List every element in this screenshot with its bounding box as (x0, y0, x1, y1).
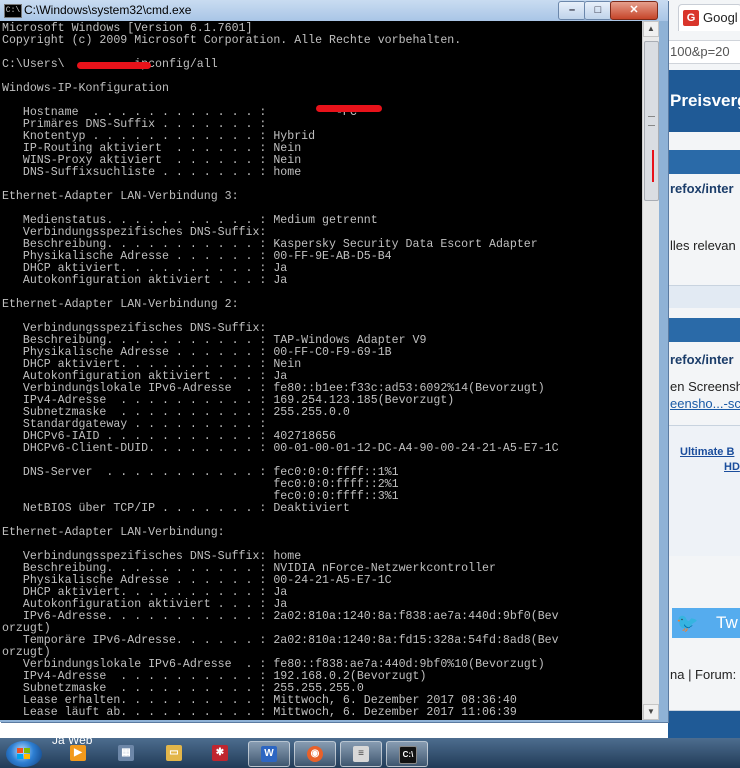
taskbar-media-player[interactable]: ▶ (58, 741, 98, 765)
close-button[interactable]: ✕ (610, 1, 658, 20)
result-panel-1 (668, 285, 740, 308)
result-snippet-2: en Screensh (670, 379, 740, 394)
twitter-label: Tw (716, 613, 738, 632)
console-text: Microsoft Windows [Version 6.1.7601] Cop… (2, 22, 559, 719)
windows-logo-icon (17, 748, 31, 760)
result-link-2[interactable]: eensho...-sc (668, 396, 740, 411)
forum-breadcrumb[interactable]: na | Forum: (668, 667, 736, 682)
section-strip (668, 150, 740, 174)
title-bar[interactable]: C:\ C:\Windows\system32\cmd.exe – □ ✕ (0, 0, 668, 21)
cmd-icon: C:\ (4, 4, 22, 18)
google-icon: G (683, 10, 699, 26)
taskbar-explorer[interactable]: ▭ (154, 741, 194, 765)
redaction-hostname (316, 105, 382, 112)
maximize-button[interactable]: □ (584, 1, 612, 20)
browser-tab-label: Googl (703, 10, 738, 25)
minimize-button[interactable]: – (558, 1, 586, 20)
taskbar-notepad[interactable]: ≡ (340, 741, 382, 767)
twitter-icon: 🐦 (676, 613, 699, 633)
console-output[interactable]: Microsoft Windows [Version 6.1.7601] Cop… (0, 21, 642, 720)
footer-bar (668, 710, 740, 738)
taskbar-wordpad[interactable]: W (248, 741, 290, 767)
ad-panel (668, 425, 740, 556)
taskbar-calculator[interactable]: ▦ (106, 741, 146, 765)
result-path-1[interactable]: refox/inter (668, 181, 734, 196)
ad-link-2[interactable]: HD (724, 461, 740, 473)
result-snippet-1: lles relevan (670, 238, 736, 253)
browser-url-bar[interactable]: 100&p=20 (668, 40, 740, 64)
redaction-username (77, 62, 151, 69)
browser-window: G Googl 100&p=20 Preisvergl refox/inter … (668, 0, 740, 738)
red-marker (652, 150, 654, 182)
wordpad-icon: W (261, 746, 277, 762)
scroll-down-arrow-icon[interactable]: ▼ (643, 704, 659, 720)
ad-link-1[interactable]: Ultimate B (680, 446, 734, 458)
media-player-icon: ▶ (70, 745, 86, 761)
folder-icon: ▭ (166, 745, 182, 761)
firefox-icon: ◉ (307, 746, 323, 762)
app-icon: ✱ (212, 745, 228, 761)
twitter-button[interactable]: 🐦 Tw (672, 608, 740, 638)
section-strip-2 (668, 318, 740, 342)
taskbar-cmd[interactable]: C:\ (386, 741, 428, 767)
vertical-scrollbar[interactable]: ▲ ▼ (642, 21, 659, 720)
window-title: C:\Windows\system32\cmd.exe (24, 3, 192, 17)
scroll-up-arrow-icon[interactable]: ▲ (643, 21, 659, 37)
cmd-window: C:\ C:\Windows\system32\cmd.exe – □ ✕ Mi… (0, 0, 668, 722)
result-path-2[interactable]: refox/inter (668, 352, 734, 367)
site-banner[interactable]: Preisvergl (668, 70, 740, 132)
notepad-icon: ≡ (353, 746, 369, 762)
taskbar-firefox[interactable]: ◉ (294, 741, 336, 767)
cmd-taskbar-icon: C:\ (399, 746, 417, 764)
start-button[interactable] (6, 741, 42, 767)
taskbar-app[interactable]: ✱ (200, 741, 240, 765)
calculator-icon: ▦ (118, 745, 134, 761)
browser-tab-google[interactable]: G Googl (678, 4, 740, 31)
